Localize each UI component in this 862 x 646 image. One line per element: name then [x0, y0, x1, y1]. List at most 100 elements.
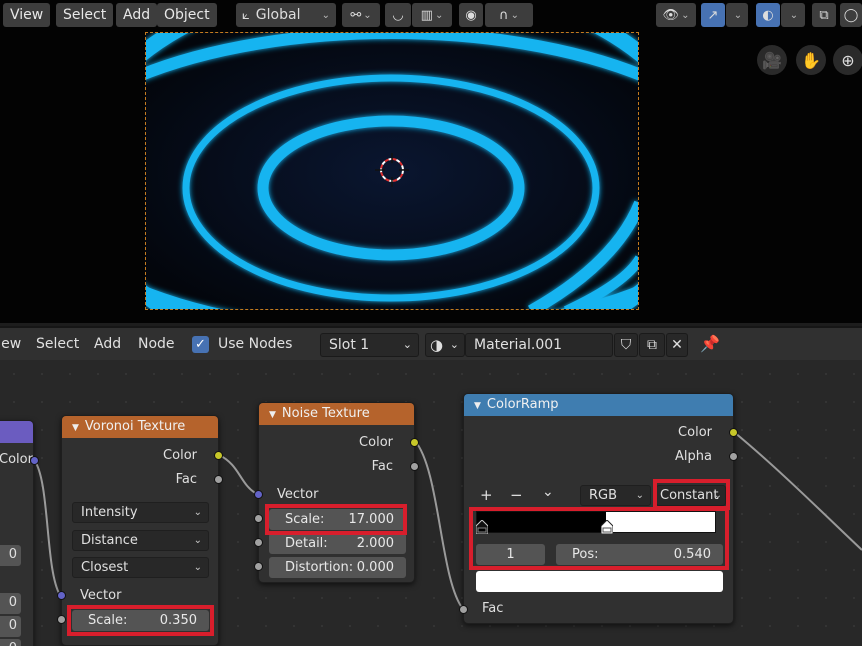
transform-orientation-dropdown[interactable]: ⟀ Global ⌄	[236, 3, 336, 27]
voronoi-scale-input-socket[interactable]	[57, 615, 66, 624]
duplicate-material-button[interactable]: ⧉	[639, 333, 665, 357]
noise-color-output-socket[interactable]	[410, 438, 419, 447]
node-partial-left[interactable]: Color 0 0 0 0	[0, 420, 39, 646]
collapse-triangle-icon[interactable]: ▼	[72, 423, 79, 433]
camera-view-button[interactable]: 🎥	[757, 45, 787, 75]
partial-value-field-1[interactable]: 0	[0, 593, 21, 614]
partial-color-output-socket[interactable]	[30, 456, 39, 465]
noise-title: Noise Texture	[281, 406, 370, 421]
noise-distortion-input-socket[interactable]	[254, 562, 263, 571]
ramp-add-stop-button[interactable]: +	[480, 486, 493, 504]
voronoi-fac-output-label: Fac	[175, 472, 197, 487]
noise-scale-input-socket[interactable]	[254, 514, 263, 523]
node-canvas[interactable]: Color 0 0 0 0 ▼ Voronoi Texture Color Fac…	[0, 360, 862, 646]
node-partial-left-header[interactable]	[0, 421, 33, 443]
pin-icon[interactable]: 📌	[700, 334, 720, 353]
node-menu-node[interactable]: Node	[138, 336, 175, 352]
rendered-rings	[146, 33, 638, 309]
ramp-alpha-output-socket[interactable]	[729, 452, 738, 461]
shading-mode-button[interactable]: ◯	[840, 3, 862, 27]
voronoi-fac-output-socket[interactable]	[214, 475, 223, 484]
ramp-fac-input-socket[interactable]	[459, 605, 468, 614]
noise-detail-field[interactable]: Detail: 2.000	[269, 533, 406, 554]
ramp-color-mode-dropdown[interactable]: RGB ⌄	[580, 485, 651, 506]
voronoi-closest-dropdown[interactable]: Closest ⌄	[72, 557, 209, 578]
noise-header[interactable]: ▼ Noise Texture	[259, 403, 414, 425]
partial-value-field-2[interactable]: 0	[0, 616, 21, 637]
checkmark-icon: ✓	[195, 337, 206, 352]
node-colorramp[interactable]: ▼ ColorRamp Color Alpha + − ⌄ RGB ⌄ Consta…	[459, 393, 738, 624]
xray-toggle[interactable]: ⧉	[812, 3, 836, 27]
3d-viewport[interactable]: View Select Add Object ⟀ Global ⌄ ⚯ ⌄ ◡ ▥…	[0, 0, 862, 323]
link-voronoi-color-to-noise-vector	[218, 454, 258, 495]
gizmo-toggle[interactable]: ↗	[701, 3, 725, 27]
noise-distortion-field[interactable]: Distortion: 0.000	[269, 557, 406, 578]
material-browse-button[interactable]: ◑ ⌄	[425, 333, 465, 357]
material-name: Material.001	[474, 337, 563, 353]
fake-user-button[interactable]: ⛉	[614, 333, 638, 357]
noise-color-output-label: Color	[359, 435, 393, 450]
noise-fac-output-socket[interactable]	[410, 462, 419, 471]
node-voronoi-texture[interactable]: ▼ Voronoi Texture Color Fac Intensity ⌄ Di…	[57, 415, 223, 646]
zoom-view-button[interactable]: ⊕	[833, 45, 862, 75]
proportional-edit-toggle[interactable]: ◉	[459, 3, 483, 27]
voronoi-feature-value: Intensity	[81, 505, 138, 520]
chevron-down-icon: ⌄	[402, 338, 412, 351]
ramp-stop-color-swatch[interactable]	[476, 571, 723, 592]
snap-toggle[interactable]: ◡	[385, 3, 411, 27]
falloff-dropdown[interactable]: ∩ ⌄	[485, 3, 533, 27]
close-icon: ✕	[671, 337, 683, 353]
magnet-icon: ◡	[392, 7, 404, 23]
pivot-point-dropdown[interactable]: ⚯ ⌄	[342, 3, 380, 27]
gizmo-arrow-icon: ↗	[707, 7, 719, 23]
material-sphere-icon: ◑	[430, 336, 444, 354]
ramp-remove-stop-button[interactable]: −	[510, 486, 523, 504]
highlight-voronoi-scale	[67, 605, 214, 636]
chevron-down-icon: ⌄	[193, 535, 202, 546]
pivot-link-icon: ⚯	[350, 7, 362, 23]
noise-vector-input-socket[interactable]	[254, 490, 263, 499]
proportional-circle-icon: ◉	[465, 7, 477, 23]
voronoi-color-output-socket[interactable]	[214, 451, 223, 460]
viewport-menu-object[interactable]: Object	[157, 3, 217, 27]
highlight-ramp-bar	[469, 507, 729, 570]
voronoi-header[interactable]: ▼ Voronoi Texture	[62, 416, 218, 438]
partial-value-field-0[interactable]: 0	[0, 545, 21, 566]
viewport-menu-select[interactable]: Select	[56, 3, 114, 27]
node-noise-texture[interactable]: ▼ Noise Texture Color Fac Vector Scale: 1…	[254, 402, 419, 583]
zoom-icon: ⊕	[841, 50, 855, 70]
viewport-menu-add[interactable]: Add	[116, 3, 158, 27]
chevron-down-icon: ⌄	[193, 507, 202, 518]
hand-icon: ✋	[801, 50, 821, 70]
voronoi-distance-dropdown[interactable]: Distance ⌄	[72, 530, 209, 551]
viewport-menu-view[interactable]: View	[3, 3, 51, 27]
ramp-more-menu-button[interactable]: ⌄	[542, 484, 554, 500]
partial-value-2: 0	[8, 618, 17, 633]
node-menu-view[interactable]: View	[0, 336, 21, 352]
voronoi-closest-value: Closest	[81, 560, 129, 575]
slot-dropdown[interactable]: Slot 1 ⌄	[320, 333, 419, 357]
collapse-triangle-icon[interactable]: ▼	[269, 410, 276, 420]
node-menu-select[interactable]: Select	[36, 336, 79, 352]
visibility-dropdown[interactable]: 👁 ⌄	[656, 3, 696, 27]
voronoi-vector-input-socket[interactable]	[57, 591, 66, 600]
material-name-field[interactable]: Material.001	[465, 333, 613, 357]
pan-view-button[interactable]: ✋	[796, 45, 826, 75]
voronoi-feature-dropdown[interactable]: Intensity ⌄	[72, 502, 209, 523]
node-editor-header: View Select Add Node ✓ Use Nodes Slot 1 …	[0, 326, 862, 360]
snap-target-dropdown[interactable]: ▥ ⌄	[412, 3, 452, 27]
ramp-color-output-socket[interactable]	[729, 428, 738, 437]
overlays-dropdown[interactable]: ⌄	[781, 3, 805, 27]
collapse-triangle-icon[interactable]: ▼	[474, 401, 481, 411]
colorramp-header[interactable]: ▼ ColorRamp	[464, 394, 733, 416]
noise-detail-input-socket[interactable]	[254, 538, 263, 547]
overlays-toggle[interactable]: ◐	[756, 3, 780, 27]
use-nodes-checkbox[interactable]: ✓	[192, 336, 209, 353]
unlink-material-button[interactable]: ✕	[666, 333, 688, 357]
shield-icon: ⛉	[620, 337, 632, 353]
ramp-alpha-output-label: Alpha	[675, 449, 712, 464]
partial-value-field-3[interactable]: 0	[0, 639, 21, 646]
gizmo-dropdown[interactable]: ⌄	[726, 3, 748, 27]
node-menu-add[interactable]: Add	[94, 336, 121, 352]
noise-vector-input-label: Vector	[277, 487, 319, 502]
